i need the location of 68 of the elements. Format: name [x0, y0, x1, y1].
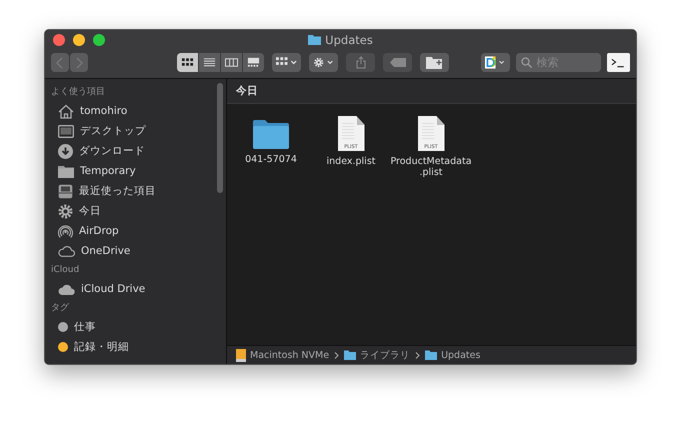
action-menu-button[interactable]: [309, 53, 338, 72]
sidebar-item[interactable]: iCloud Drive: [81, 283, 146, 295]
new-folder-icon: [426, 56, 444, 69]
folder-icon[interactable]: [253, 120, 289, 149]
chevron-icon: [415, 352, 420, 358]
back-button[interactable]: [51, 53, 69, 72]
sidebar-item[interactable]: AirDrop: [79, 225, 119, 237]
folder-icon: [308, 34, 322, 45]
grid-menu-icon: [276, 57, 298, 68]
tray-icon: [58, 184, 73, 198]
gallery-icon: [247, 57, 260, 68]
zoom-button[interactable]: [93, 34, 105, 46]
group-menu-button[interactable]: [272, 53, 302, 72]
columns-view-button[interactable]: [221, 53, 242, 72]
desktop-icon: [58, 124, 74, 138]
share-icon: [356, 56, 366, 69]
gear-icon: [58, 204, 73, 218]
close-button[interactable]: [53, 34, 65, 46]
app-menu-button[interactable]: [481, 53, 510, 72]
list-view-button[interactable]: [199, 53, 220, 72]
cloud-icon: [58, 284, 75, 294]
folder-icon: [344, 350, 356, 360]
window-title: Updates: [325, 32, 373, 46]
sidebar-item[interactable]: 最近使った項目: [79, 184, 156, 198]
sidebar-item[interactable]: ダウンロード: [79, 144, 145, 158]
path-item[interactable]: ライブラリ: [360, 348, 410, 362]
cloud-icon: [58, 246, 75, 256]
sidebar-item[interactable]: tomohiro: [80, 105, 128, 117]
icons-view-button[interactable]: [177, 53, 198, 72]
new-folder-button[interactable]: [420, 53, 450, 72]
grid-icon: [181, 57, 194, 68]
columns-icon: [225, 57, 238, 68]
scrollbar-thumb[interactable]: [217, 83, 223, 193]
list-icon: [203, 57, 216, 68]
sidebar-item[interactable]: 記録・明細: [74, 340, 129, 354]
share-button[interactable]: [346, 53, 376, 72]
sidebar-item[interactable]: 仕事: [74, 320, 96, 334]
tag-icon: [390, 58, 406, 67]
gallery-view-button[interactable]: [243, 53, 264, 72]
file-name[interactable]: index.plist: [326, 157, 376, 168]
chevron-left-icon: [56, 56, 64, 68]
path-item[interactable]: Macintosh NVMe: [250, 350, 330, 360]
app-logo-icon: [485, 55, 506, 70]
folder-icon: [425, 350, 438, 360]
sidebar-item[interactable]: 今日: [79, 204, 101, 218]
airdrop-icon: [58, 224, 73, 238]
house-icon: [58, 104, 74, 118]
file-name[interactable]: 041-57074: [245, 155, 297, 166]
forward-button[interactable]: [70, 53, 88, 72]
download-icon: [58, 144, 73, 158]
tag-button[interactable]: [383, 53, 412, 72]
group-header: 今日: [227, 79, 636, 104]
file-name[interactable]: ProductMetadata .plist: [390, 157, 472, 179]
sidebar-section-title: iCloud: [51, 264, 80, 277]
terminal-button[interactable]: [607, 53, 630, 72]
chevron-right-icon: [75, 56, 83, 68]
sidebar-section-title: よく使う項目: [51, 86, 106, 99]
minimize-button[interactable]: [73, 34, 85, 46]
search-icon: [521, 57, 532, 68]
sidebar-section-title: タグ: [51, 302, 70, 315]
terminal-prompt-icon: [611, 56, 626, 68]
folder-icon: [58, 164, 74, 178]
sidebar-item[interactable]: Temporary: [80, 165, 136, 177]
sidebar-item[interactable]: OneDrive: [81, 245, 130, 257]
path-item[interactable]: Updates: [441, 350, 480, 360]
gear-menu-icon: [313, 56, 334, 69]
sidebar-item[interactable]: デスクトップ: [80, 124, 146, 138]
chevron-icon: [334, 352, 340, 358]
